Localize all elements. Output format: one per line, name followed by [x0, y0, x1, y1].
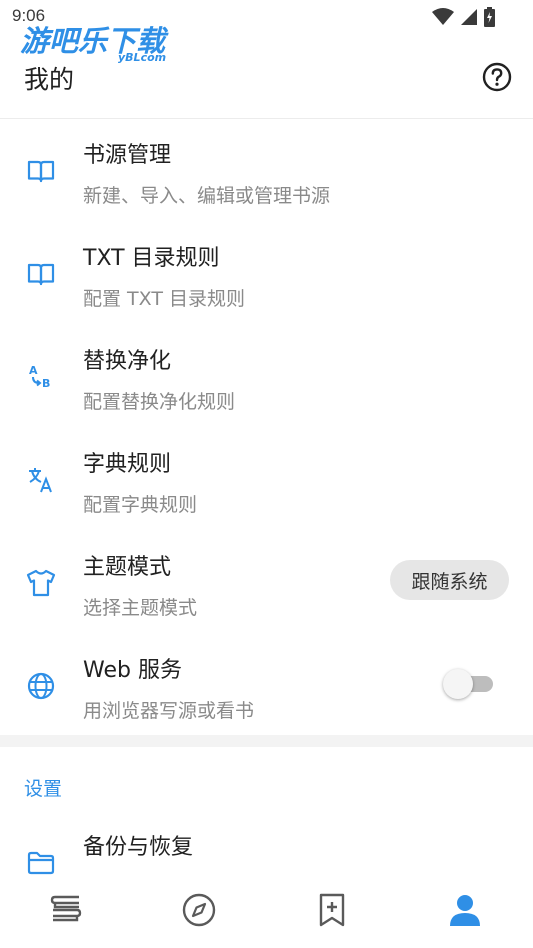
- menu-subtitle: 配置替换净化规则: [83, 391, 236, 413]
- book-open-icon: [26, 259, 56, 289]
- tshirt-icon: [26, 568, 56, 598]
- globe-icon: [26, 671, 56, 701]
- menu-title: 主题模式: [83, 555, 172, 580]
- nav-my[interactable]: [445, 890, 485, 930]
- battery-icon: [484, 7, 495, 27]
- settings-section-header: 设置: [24, 778, 63, 800]
- menu-item-txt-toc[interactable]: TXT 目录规则 配置 TXT 目录规则: [0, 223, 533, 326]
- app-bar-divider: [0, 118, 533, 119]
- menu-item-backup[interactable]: 备份与恢复: [0, 815, 533, 875]
- book-open-icon: [26, 156, 56, 186]
- menu-title: 替换净化: [83, 349, 172, 374]
- help-button[interactable]: [481, 61, 513, 93]
- svg-text:B: B: [42, 377, 50, 390]
- nav-rss[interactable]: [312, 890, 352, 930]
- svg-text:A: A: [29, 364, 38, 377]
- compass-icon: [182, 893, 216, 927]
- bookmark-plus-icon: [319, 893, 345, 927]
- status-icons: [432, 7, 495, 27]
- menu-subtitle: 配置字典规则: [83, 494, 198, 516]
- toggle-thumb: [443, 669, 473, 699]
- menu-subtitle: 新建、导入、编辑或管理书源: [83, 185, 331, 207]
- nav-bookshelf[interactable]: [46, 890, 86, 930]
- menu-item-dict[interactable]: 字典规则 配置字典规则: [0, 429, 533, 532]
- menu-subtitle: 选择主题模式: [83, 597, 198, 619]
- help-circle-icon: [482, 62, 512, 92]
- menu-title: TXT 目录规则: [83, 246, 220, 271]
- page-title: 我的: [24, 65, 75, 94]
- theme-mode-chip[interactable]: 跟随系统: [390, 560, 509, 600]
- bottom-navigation: [0, 876, 533, 948]
- menu-title: Web 服务: [83, 658, 182, 683]
- menu-item-book-source[interactable]: 书源管理 新建、导入、编辑或管理书源: [0, 120, 533, 223]
- nav-explore[interactable]: [179, 890, 219, 930]
- translate-icon: [26, 465, 56, 495]
- section-divider: [0, 735, 533, 747]
- menu-subtitle: 配置 TXT 目录规则: [83, 288, 245, 310]
- menu-title: 字典规则: [83, 452, 172, 477]
- app-bar: 我的: [0, 44, 533, 116]
- bookshelf-icon: [50, 895, 82, 922]
- wifi-icon: [432, 8, 454, 25]
- menu-item-replace[interactable]: A B 替换净化 配置替换净化规则: [0, 326, 533, 429]
- web-service-toggle[interactable]: [443, 669, 495, 699]
- menu-title: 书源管理: [83, 143, 172, 168]
- menu-subtitle: 用浏览器写源或看书: [83, 700, 255, 722]
- menu-title: 备份与恢复: [83, 835, 194, 860]
- person-icon: [450, 895, 480, 926]
- a-to-b-icon: A B: [26, 362, 56, 392]
- folder-icon: [26, 848, 56, 878]
- signal-icon: [461, 9, 477, 25]
